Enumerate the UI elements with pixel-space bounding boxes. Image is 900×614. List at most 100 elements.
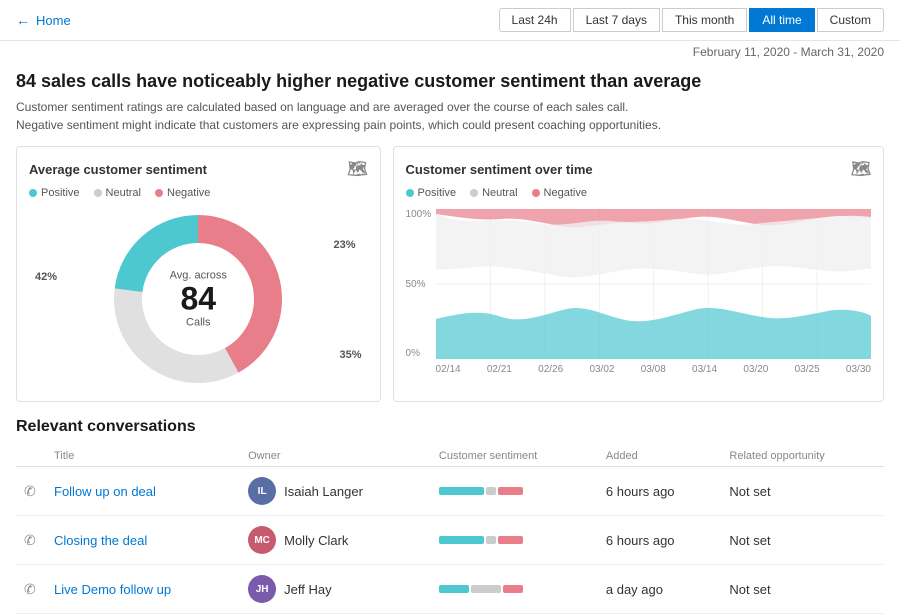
negative-label: Negative — [167, 187, 210, 199]
donut-legend-negative: Negative — [155, 187, 210, 199]
owner-avatar: MC — [248, 526, 276, 554]
charts-row: Average customer sentiment 🗺 Positive Ne… — [16, 146, 884, 402]
sentiment-segment — [503, 585, 523, 593]
sentiment-segment — [471, 585, 501, 593]
table-row[interactable]: ✆Closing the deal MC Molly Clark 6 hours ag… — [16, 516, 884, 565]
area-chart-card: Customer sentiment over time 🗺 Positive … — [393, 146, 884, 402]
donut-legend-positive: Positive — [29, 187, 80, 199]
conv-added: 6 hours ago — [598, 516, 722, 565]
conv-sentiment — [431, 565, 598, 614]
conv-added: a day ago — [598, 565, 722, 614]
negative-pct: 42% — [35, 271, 57, 283]
positive-pct: 23% — [334, 239, 356, 251]
sentiment-segment — [486, 536, 496, 544]
call-icon-cell: ✆ — [16, 565, 46, 614]
area-negative-label: Negative — [544, 187, 587, 199]
conv-opportunity: Not set — [721, 467, 884, 516]
col-owner: Owner — [240, 446, 431, 467]
area-negative-dot — [532, 189, 540, 197]
conv-added: 6 hours ago — [598, 467, 722, 516]
time-filters: Last 24h Last 7 days This month All time… — [499, 8, 884, 32]
neutral-area — [436, 214, 871, 277]
area-neutral-dot — [470, 189, 478, 197]
x-0226: 02/26 — [538, 364, 563, 375]
back-arrow-icon: ← — [16, 12, 30, 28]
sentiment-segment — [498, 487, 523, 495]
header: ← Home Last 24h Last 7 days This month A… — [0, 0, 900, 41]
x-0330: 03/30 — [846, 364, 871, 375]
time-btn-7d[interactable]: Last 7 days — [573, 8, 660, 32]
x-0320: 03/20 — [743, 364, 768, 375]
conversations-title: Relevant conversations — [16, 418, 884, 436]
neutral-pct: 35% — [340, 349, 362, 361]
table-row[interactable]: ✆ Live Demo follow up JH Jeff Hay a day agoN… — [16, 565, 884, 614]
time-btn-alltime[interactable]: All time — [749, 8, 814, 32]
conv-opportunity: Not set — [721, 565, 884, 614]
x-0221: 02/21 — [487, 364, 512, 375]
conv-title[interactable]: Closing the deal — [46, 516, 240, 565]
x-0314: 03/14 — [692, 364, 717, 375]
area-legend-negative: Negative — [532, 187, 587, 199]
conv-title[interactable]: Live Demo follow up — [46, 565, 240, 614]
main-content: 84 sales calls have noticeably higher ne… — [0, 63, 900, 614]
area-chart-container: 100% 50% 0% — [406, 209, 871, 379]
time-btn-month[interactable]: This month — [662, 8, 747, 32]
owner-avatar: IL — [248, 477, 276, 505]
donut-center-text: Avg. across 84 Calls — [170, 269, 227, 328]
area-svg — [436, 209, 871, 359]
donut-container: Avg. across 84 Calls 23% 35% 42% — [29, 209, 368, 389]
area-legend-positive: Positive — [406, 187, 457, 199]
call-icon-cell: ✆ — [16, 467, 46, 516]
time-btn-24h[interactable]: Last 24h — [499, 8, 571, 32]
area-neutral-label: Neutral — [482, 187, 517, 199]
x-0308: 03/08 — [641, 364, 666, 375]
time-btn-custom[interactable]: Custom — [817, 8, 884, 32]
negative-dot — [155, 189, 163, 197]
x-0325: 03/25 — [795, 364, 820, 375]
table-row[interactable]: ✆Follow up on dealILIsaiah Langer 6 hours… — [16, 467, 884, 516]
phone-icon: ✆ — [24, 581, 36, 597]
y-axis: 100% 50% 0% — [406, 209, 432, 359]
conv-sentiment — [431, 467, 598, 516]
y-100: 100% — [406, 209, 432, 220]
x-0214: 02/14 — [436, 364, 461, 375]
owner-name: Molly Clark — [284, 533, 348, 548]
col-added: Added — [598, 446, 722, 467]
x-axis: 02/14 02/21 02/26 03/02 03/08 03/14 03/2… — [406, 362, 871, 375]
conv-owner: ILIsaiah Langer — [240, 467, 431, 516]
area-chart-title: Customer sentiment over time 🗺 — [406, 159, 871, 179]
donut-chart-card: Average customer sentiment 🗺 Positive Ne… — [16, 146, 381, 402]
area-positive-label: Positive — [418, 187, 457, 199]
area-export-icon[interactable]: 🗺 — [851, 159, 871, 179]
owner-avatar: JH — [248, 575, 276, 603]
col-title: Title — [46, 446, 240, 467]
col-opportunity: Related opportunity — [721, 446, 884, 467]
conv-sentiment — [431, 516, 598, 565]
sentiment-segment — [439, 536, 484, 544]
area-positive-dot — [406, 189, 414, 197]
conv-owner: JH Jeff Hay — [240, 565, 431, 614]
area-legend-neutral: Neutral — [470, 187, 517, 199]
conversations-body: ✆Follow up on dealILIsaiah Langer6 hours… — [16, 467, 884, 614]
sentiment-bar — [439, 532, 590, 548]
area-legend: Positive Neutral Negative — [406, 187, 871, 199]
positive-dot — [29, 189, 37, 197]
sentiment-bar — [439, 581, 590, 597]
col-icon — [16, 446, 46, 467]
owner-name: Jeff Hay — [284, 582, 331, 597]
conv-title[interactable]: Follow up on deal — [46, 467, 240, 516]
donut-chart-title: Average customer sentiment 🗺 — [29, 159, 368, 179]
neutral-label: Neutral — [106, 187, 141, 199]
donut-export-icon[interactable]: 🗺 — [347, 159, 367, 179]
y-0: 0% — [406, 348, 432, 359]
col-sentiment: Customer sentiment — [431, 446, 598, 467]
call-icon-cell: ✆ — [16, 516, 46, 565]
donut-legend-neutral: Neutral — [94, 187, 141, 199]
page-title: 84 sales calls have noticeably higher ne… — [16, 71, 884, 92]
x-0302: 03/02 — [589, 364, 614, 375]
back-nav[interactable]: ← Home — [16, 12, 71, 28]
back-label: Home — [36, 13, 71, 28]
conv-opportunity: Not set — [721, 516, 884, 565]
y-50: 50% — [406, 279, 432, 290]
conv-owner: MC Molly Clark — [240, 516, 431, 565]
